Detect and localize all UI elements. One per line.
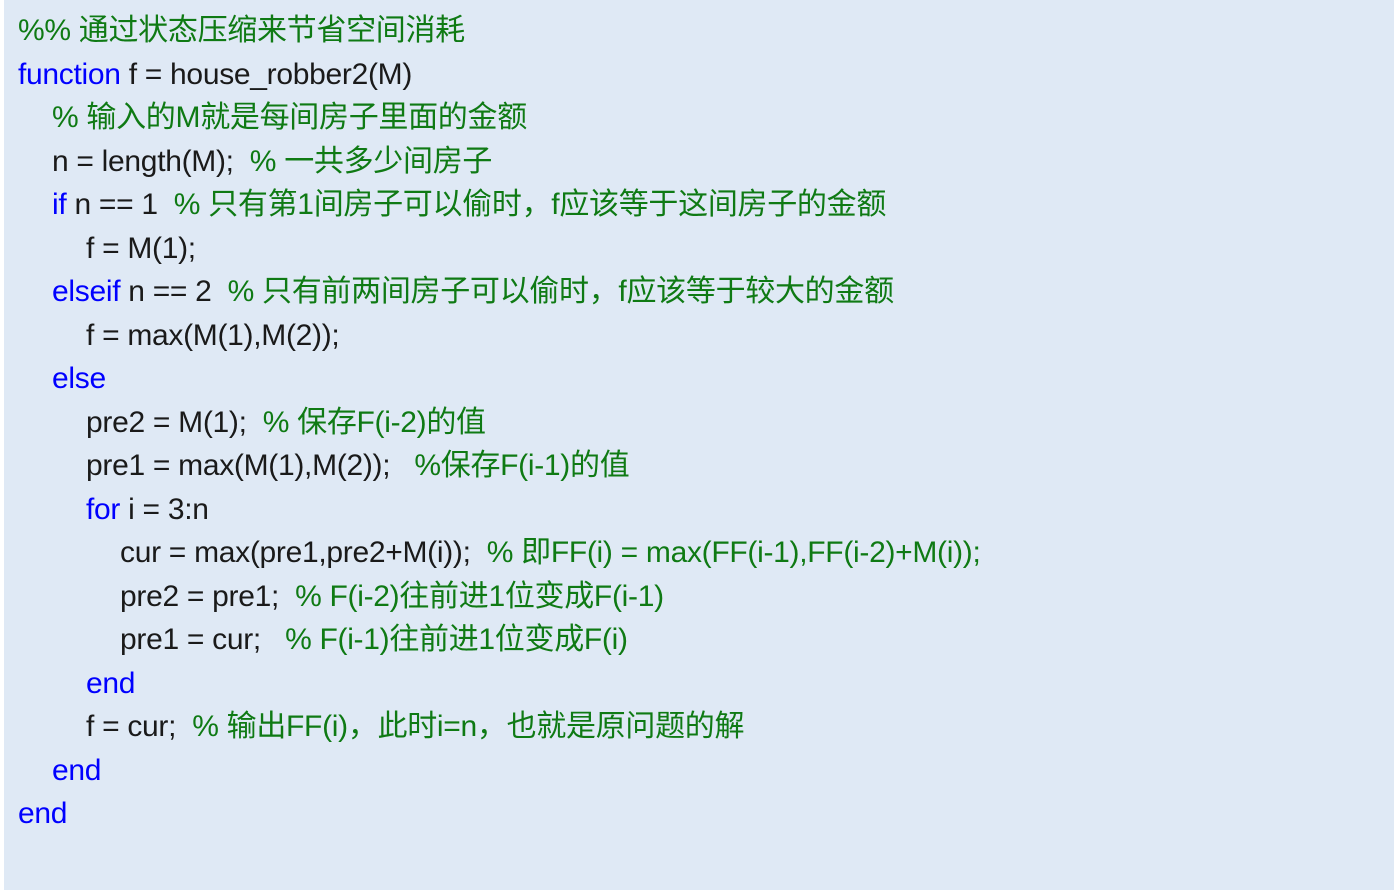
code-line[interactable]: pre2 = pre1; % F(i-2)往前进1位变成F(i-1) <box>4 575 1394 619</box>
code-token-comment: %保存F(i-1)的值 <box>414 449 630 482</box>
code-token-plain: f = cur; <box>86 710 193 743</box>
code-line[interactable]: if n == 1 % 只有第1间房子可以偷时，f应该等于这间房子的金额 <box>4 183 1394 227</box>
code-token-plain: n = length(M); <box>52 144 250 178</box>
code-token-comment: % F(i-2)往前进1位变成F(i-1) <box>295 579 664 613</box>
code-token-comment: % 输出FF(i)，此时i=n，也就是原问题的解 <box>192 710 745 743</box>
code-token-kw: function <box>18 57 121 91</box>
code-token-plain: f = house_robber2(M) <box>120 57 413 91</box>
code-token-comment: % 只有第1间房子可以偷时，f应该等于这间房子的金额 <box>173 188 887 221</box>
code-token-comment: % 即FF(i) = max(FF(i-1),FF(i-2)+M(i)); <box>486 536 981 569</box>
code-token-plain: cur = max(pre1,pre2+M(i)); <box>120 536 487 569</box>
code-line[interactable]: end <box>4 792 1394 836</box>
code-token-comment: % 只有前两间房子可以偷时，f应该等于较大的金额 <box>227 275 894 308</box>
code-token-kw: end <box>86 666 136 700</box>
code-line[interactable]: end <box>4 662 1394 706</box>
code-token-plain: f = max(M(1),M(2)); <box>86 318 340 352</box>
code-token-kw: elseif <box>52 275 121 308</box>
code-line[interactable]: for i = 3:n <box>4 488 1394 532</box>
code-token-kw: end <box>18 797 68 830</box>
code-token-plain: pre1 = max(M(1),M(2)); <box>86 449 415 482</box>
code-token-plain: pre2 = M(1); <box>86 405 263 439</box>
code-line[interactable]: end <box>4 749 1394 793</box>
code-line[interactable]: function f = house_robber2(M) <box>4 53 1394 97</box>
code-line[interactable]: f = M(1); <box>4 227 1394 271</box>
code-line[interactable]: f = cur; % 输出FF(i)，此时i=n，也就是原问题的解 <box>4 705 1394 749</box>
code-token-comment: % 保存F(i-2)的值 <box>262 405 486 439</box>
code-line-list: %% 通过状态压缩来节省空间消耗 function f = house_robbe… <box>4 9 1394 836</box>
code-line[interactable]: pre1 = cur; % F(i-1)往前进1位变成F(i) <box>4 618 1394 662</box>
code-token-plain: pre2 = pre1; <box>120 579 296 613</box>
code-token-kw: for <box>86 492 121 526</box>
code-token-plain: n == 1 <box>66 188 174 221</box>
code-token-comment: % F(i-1)往前进1位变成F(i) <box>285 623 628 656</box>
code-line[interactable]: f = max(M(1),M(2)); <box>4 314 1394 358</box>
code-token-plain: pre1 = cur; <box>120 623 286 656</box>
code-token-plain: i = 3:n <box>120 492 209 526</box>
code-line[interactable]: n = length(M); % 一共多少间房子 <box>4 140 1394 184</box>
code-line[interactable]: else <box>4 357 1394 401</box>
code-line[interactable]: pre2 = M(1); % 保存F(i-2)的值 <box>4 401 1394 445</box>
code-line[interactable]: cur = max(pre1,pre2+M(i)); % 即FF(i) = ma… <box>4 531 1394 575</box>
code-token-kw: if <box>52 188 67 221</box>
code-viewer[interactable]: %% 通过状态压缩来节省空间消耗 function f = house_robbe… <box>0 0 1394 890</box>
code-token-plain: f = M(1); <box>86 231 196 265</box>
code-token-kw: else <box>52 362 106 395</box>
code-token-plain: n == 2 <box>120 275 228 308</box>
code-line[interactable]: elseif n == 2 % 只有前两间房子可以偷时，f应该等于较大的金额 <box>4 270 1394 314</box>
code-token-comment: %% 通过状态压缩来节省空间消耗 <box>18 14 465 47</box>
code-line[interactable]: pre1 = max(M(1),M(2)); %保存F(i-1)的值 <box>4 444 1394 488</box>
code-line[interactable]: %% 通过状态压缩来节省空间消耗 <box>4 9 1394 53</box>
code-token-comment: % 输入的M就是每间房子里面的金额 <box>52 101 527 134</box>
code-token-comment: % 一共多少间房子 <box>249 144 493 178</box>
code-token-kw: end <box>52 753 102 787</box>
code-line[interactable]: % 输入的M就是每间房子里面的金额 <box>4 96 1394 140</box>
